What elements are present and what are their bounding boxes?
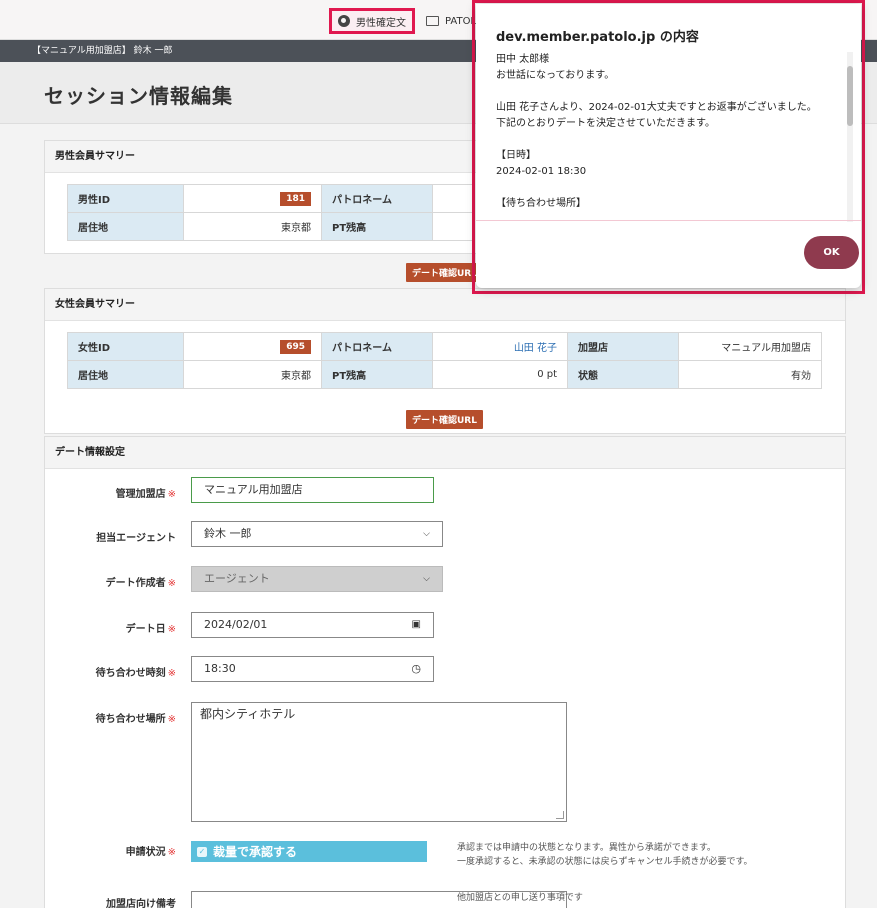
required-mark: ※ — [167, 714, 176, 725]
bookmark-male-confirm[interactable]: 男性確定文 — [329, 8, 415, 34]
dialog-message: 田中 太郎様 お世話になっております。 山田 花子さんより、2024-02-01… — [496, 52, 841, 222]
place-textarea-value: 都内シティホテル — [200, 707, 296, 721]
dialog-line: お世話になっております。 — [496, 70, 615, 81]
male-id-label: 男性ID — [67, 184, 184, 213]
male-summary-table: 男性ID 181 パトロネーム 居住地 東京都 PT残高 — [67, 184, 473, 241]
creator-select: エージェント ⌵ — [191, 566, 443, 592]
status-value: 有効 — [678, 360, 822, 389]
approve-checkbox[interactable]: ✓ 裁量で承認する — [191, 841, 427, 862]
bookmark-patol-folder[interactable]: PATOL — [420, 8, 480, 34]
dialog-line: 山田 花子さんより、2024-02-01大丈夫ですとお返事がございました。 — [496, 102, 817, 113]
patoname-label: パトロネーム — [321, 184, 433, 213]
dialog-line: 【日時】 — [496, 150, 536, 161]
female-id-label: 女性ID — [67, 332, 184, 361]
user-label: 【マニュアル用加盟店】 鈴木 一郎 — [32, 46, 173, 56]
ok-button[interactable]: OK — [804, 236, 859, 269]
pt-label: PT残高 — [321, 360, 433, 389]
time-input[interactable]: 18:30 ◷ — [191, 656, 434, 682]
place-textarea[interactable]: 都内シティホテル — [191, 702, 567, 822]
status-label: 状態 — [567, 360, 679, 389]
section-title: デート情報設定 — [45, 437, 845, 469]
male-id-badge[interactable]: 181 — [280, 191, 311, 206]
female-id-badge[interactable]: 695 — [280, 339, 311, 354]
alert-dialog: dev.member.patolo.jp の内容 田中 太郎様 お世話になってお… — [476, 4, 861, 288]
residence-value: 東京都 — [183, 360, 322, 389]
status-note: 承認までは申請中の状態となります。異性から承諾ができます。一度承認すると、未承認… — [457, 841, 753, 869]
store-label: 加盟店 — [567, 332, 679, 361]
dialog-line: 2024-02-01 18:30 — [496, 166, 587, 177]
dialog-scrollbar-thumb[interactable] — [847, 66, 853, 126]
check-icon: ✓ — [197, 846, 207, 857]
dialog-line: 下記のとおりデートを決定させていただきます。 — [496, 118, 715, 129]
date-input[interactable]: 2024/02/01 ▣ — [191, 612, 434, 638]
store-field-value: マニュアル用加盟店 — [204, 483, 303, 496]
bookmark-label: 男性確定文 — [356, 17, 406, 29]
required-mark: ※ — [167, 489, 176, 500]
approve-checkbox-label: 裁量で承認する — [213, 845, 298, 859]
female-summary-table: 女性ID 695 パトロネーム 山田 花子 加盟店 マニュアル用加盟店 居住地 … — [67, 332, 822, 389]
residence-label: 居住地 — [67, 212, 184, 241]
agent-select-value: 鈴木 一郎 — [204, 527, 252, 540]
status-note-line: 一度承認すると、未承認の状態には戻らずキャンセル手続きが必要です。 — [457, 857, 753, 867]
status-note-line: 承認までは申請中の状態となります。異性から承諾ができます。 — [457, 843, 716, 853]
pt-label: PT残高 — [321, 212, 433, 241]
store-label: 管理加盟店 — [115, 489, 166, 500]
dialog-line: 【待ち合わせ場所】 — [496, 198, 586, 209]
dialog-line: 田中 太郎様 — [496, 54, 550, 65]
required-mark: ※ — [167, 847, 176, 858]
creator-label: デート作成者 — [105, 578, 166, 589]
date-settings-section: デート情報設定 管理加盟店 ※ マニュアル用加盟店 担当エージェント 鈴木 一郎 ⌵… — [44, 436, 846, 908]
agent-label: 担当エージェント — [96, 533, 176, 544]
patoname-label: パトロネーム — [321, 332, 433, 361]
resize-handle[interactable] — [556, 811, 564, 819]
remarks-label: 加盟店向け備考 — [106, 899, 176, 908]
place-label: 待ち合わせ場所 — [95, 714, 166, 725]
required-mark: ※ — [167, 668, 176, 679]
time-input-value: 18:30 — [204, 662, 236, 675]
store-field[interactable]: マニュアル用加盟店 — [191, 477, 434, 503]
remarks-note: 他加盟店との申し送り事項です — [457, 893, 583, 903]
pt-value: 0 pt — [432, 360, 568, 389]
date-input-value: 2024/02/01 — [204, 618, 268, 631]
calendar-icon[interactable]: ▣ — [412, 613, 421, 637]
chevron-down-icon: ⌵ — [423, 574, 430, 584]
clock-icon[interactable]: ◷ — [411, 657, 421, 681]
female-date-url-button[interactable]: デート確認URL — [406, 410, 483, 429]
patoname-link[interactable]: 山田 花子 — [432, 332, 568, 361]
dialog-divider — [476, 220, 861, 221]
female-summary-section: 女性会員サマリー 女性ID 695 パトロネーム 山田 花子 加盟店 マニュアル… — [44, 288, 846, 434]
globe-icon — [338, 15, 350, 27]
page-title: セッション情報編集 — [44, 84, 233, 108]
chevron-down-icon: ⌵ — [423, 529, 430, 539]
residence-value: 東京都 — [183, 212, 322, 241]
residence-label: 居住地 — [67, 360, 184, 389]
agent-select[interactable]: 鈴木 一郎 ⌵ — [191, 521, 443, 547]
creator-select-value: エージェント — [204, 572, 270, 585]
required-mark: ※ — [167, 578, 176, 589]
dialog-title: dev.member.patolo.jp の内容 — [496, 30, 699, 45]
time-label: 待ち合わせ時刻 — [95, 668, 166, 679]
store-value: マニュアル用加盟店 — [678, 332, 822, 361]
folder-icon — [426, 16, 439, 26]
required-mark: ※ — [167, 624, 176, 635]
date-label: デート日 — [125, 624, 166, 635]
status-label: 申請状況 — [125, 847, 166, 858]
